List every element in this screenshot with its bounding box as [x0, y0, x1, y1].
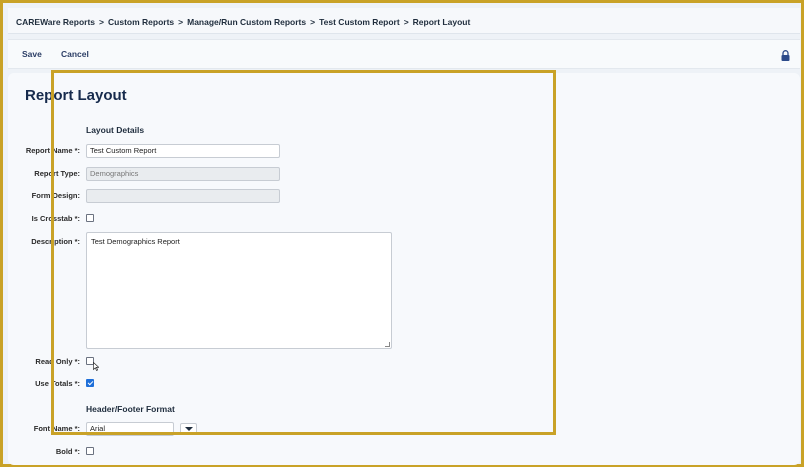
use-totals-checkbox[interactable]: [86, 379, 94, 387]
save-button[interactable]: Save: [22, 49, 42, 59]
breadcrumb-item-test-custom-report[interactable]: Test Custom Report: [319, 17, 400, 27]
breadcrumb-separator: >: [310, 17, 316, 27]
cancel-button[interactable]: Cancel: [61, 49, 89, 59]
breadcrumb-separator: >: [403, 17, 409, 27]
breadcrumb-separator: >: [99, 17, 105, 27]
font-name-select[interactable]: Arial: [86, 422, 174, 436]
report-type-label: Report Type:: [34, 169, 80, 178]
mouse-cursor-icon: [93, 362, 99, 371]
lock-icon[interactable]: [781, 50, 790, 61]
breadcrumb: CAREWare Reports > Custom Reports > Manage/R…: [8, 8, 800, 34]
report-layout-panel: Report Layout Layout Details Report Name…: [8, 73, 800, 465]
breadcrumb-item-manage-run[interactable]: Manage/Run Custom Reports: [187, 17, 306, 27]
bold-label: Bold *:: [55, 447, 80, 456]
description-label: Description *:: [31, 237, 80, 246]
form-design-label: Form Design:: [31, 191, 80, 200]
form-design-field: [86, 189, 280, 203]
page-title: Report Layout: [25, 87, 127, 104]
report-name-label: Report Name *:: [25, 146, 80, 155]
is-crosstab-checkbox[interactable]: [86, 214, 94, 222]
chevron-down-icon[interactable]: [180, 423, 197, 435]
layout-details-heading: Layout Details: [86, 125, 145, 135]
toolbar: Save Cancel: [8, 39, 800, 69]
use-totals-label: Use Totals *:: [35, 379, 80, 388]
breadcrumb-separator: >: [178, 17, 184, 27]
report-type-field: Demographics: [86, 167, 280, 181]
bold-checkbox[interactable]: [86, 447, 94, 455]
breadcrumb-item-careware-reports[interactable]: CAREWare Reports: [16, 17, 95, 27]
resize-grip-icon[interactable]: [385, 342, 390, 347]
header-footer-heading: Header/Footer Format: [86, 404, 175, 414]
description-textarea[interactable]: Test Demographics Report: [86, 232, 392, 349]
report-name-input[interactable]: Test Custom Report: [86, 144, 280, 158]
breadcrumb-item-report-layout: Report Layout: [412, 17, 471, 27]
window-frame: CAREWare Reports > Custom Reports > Manage/R…: [0, 0, 804, 467]
font-name-label: Font Name *:: [33, 424, 80, 433]
description-text: Test Demographics Report: [91, 237, 180, 246]
read-only-label: Read Only *:: [35, 357, 80, 366]
is-crosstab-label: Is Crosstab *:: [31, 214, 80, 223]
breadcrumb-item-custom-reports[interactable]: Custom Reports: [108, 17, 174, 27]
